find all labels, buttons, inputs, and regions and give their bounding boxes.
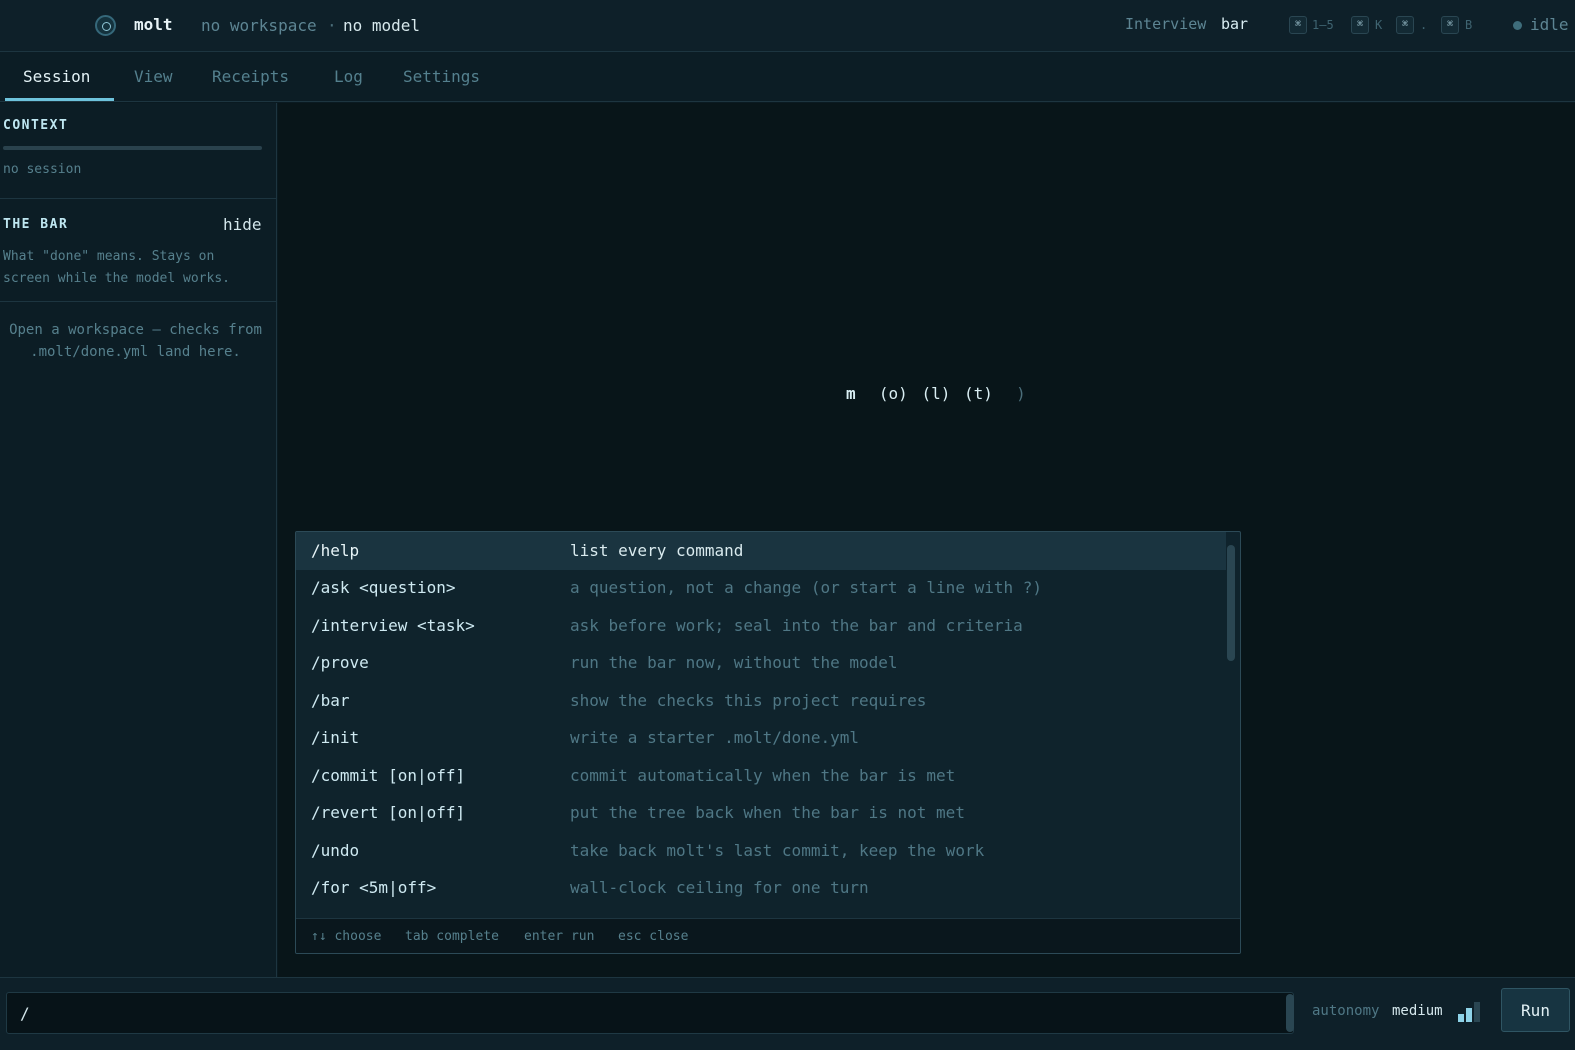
autonomy-bar-segment (1458, 1014, 1464, 1022)
bar-description: What "done" means. Stays on screen while… (3, 249, 230, 286)
command-description: take back molt's last commit, keep the w… (570, 841, 985, 860)
status-text: idle (1530, 15, 1569, 34)
command-description: write a starter .molt/done.yml (570, 728, 859, 747)
mode-value[interactable]: bar (1221, 15, 1248, 33)
command-name: /undo (311, 841, 360, 860)
sidebar-divider (0, 301, 277, 302)
wordmark-letter-t: (t) (964, 384, 993, 403)
tab-settings[interactable]: Settings (403, 67, 480, 86)
command-name: /interview <task> (311, 616, 475, 635)
command-key-icon: ⌘ (1396, 16, 1414, 34)
command-name: /revert [on|off] (311, 803, 466, 822)
command-name: /help (311, 541, 360, 560)
status-dot-icon (1513, 21, 1522, 30)
tab-bar: Session View Receipts Log Settings (0, 52, 1575, 102)
command-name: /ask <question> (311, 578, 456, 597)
tab-log[interactable]: Log (334, 67, 363, 86)
run-button[interactable]: Run (1501, 988, 1570, 1032)
autonomy-value[interactable]: medium (1392, 1003, 1443, 1019)
wordmark-letter-o: (o) (878, 384, 908, 403)
hint-close: esc close (618, 929, 689, 944)
wordmark-close: ) (1016, 384, 1026, 403)
context-title: CONTEXT (3, 118, 69, 133)
palette-scrollbar-thumb[interactable] (1227, 545, 1235, 661)
command-item-revert[interactable]: /revert [on|off] put the tree back when … (296, 794, 1226, 832)
command-name: /bar (311, 691, 350, 710)
shortcut-hint-bar: B (1465, 18, 1473, 32)
header-separator: · (327, 16, 337, 35)
wordmark-letter-m: m (846, 384, 856, 403)
command-description: run the bar now, without the model (570, 653, 898, 672)
command-description: show the checks this project requires (570, 691, 927, 710)
tab-view[interactable]: View (134, 67, 173, 86)
sidebar: CONTEXT no session THE BAR hide What "do… (0, 103, 277, 977)
autonomy-bar-segment (1466, 1008, 1472, 1022)
command-description: commit automatically when the bar is met (570, 766, 956, 785)
hint-choose: ↑↓ choose (311, 929, 382, 944)
command-description: put the tree back when the bar is not me… (570, 803, 965, 822)
context-value: no session (3, 162, 82, 177)
command-name: /prove (311, 653, 369, 672)
command-item-undo[interactable]: /undo take back molt's last commit, keep… (296, 832, 1226, 870)
command-item-interview[interactable]: /interview <task> ask before work; seal … (296, 607, 1226, 645)
command-key-icon: ⌘ (1441, 16, 1459, 34)
hint-run: enter run (524, 929, 595, 944)
context-meter (3, 146, 262, 150)
shortcut-hint-tabs: 1–5 (1312, 18, 1334, 32)
top-bar: molt no workspace · no model Interview b… (0, 0, 1575, 52)
sidebar-divider (0, 198, 277, 199)
command-description: ask before work; seal into the bar and c… (570, 616, 1023, 635)
command-item-ask[interactable]: /ask <question> a question, not a change… (296, 569, 1226, 607)
command-item-prove[interactable]: /prove run the bar now, without the mode… (296, 644, 1226, 682)
app-name: molt (134, 15, 173, 34)
command-item-bar[interactable]: /bar show the checks this project requir… (296, 682, 1226, 720)
bar-title: THE BAR (3, 217, 69, 232)
tab-session[interactable]: Session (23, 67, 90, 86)
tab-receipts[interactable]: Receipts (212, 67, 289, 86)
mode-label[interactable]: Interview (1125, 15, 1206, 33)
molt-wordmark: m (o) (l) (t) ) (846, 384, 1030, 403)
wordmark-letter-l: (l) (921, 384, 951, 403)
command-item-help[interactable]: /help list every command (296, 532, 1226, 570)
command-name: /for <5m|off> (311, 878, 437, 897)
command-input[interactable] (6, 992, 1294, 1034)
molt-logo-icon (95, 15, 116, 36)
command-key-icon: ⌘ (1289, 16, 1307, 34)
command-key-icon: ⌘ (1351, 16, 1369, 34)
command-item-commit[interactable]: /commit [on|off] commit automatically wh… (296, 757, 1226, 795)
command-description: list every command (570, 541, 744, 560)
autonomy-bar-segment (1474, 1002, 1480, 1022)
hint-complete: tab complete (405, 929, 499, 944)
command-description: a question, not a change (or start a lin… (570, 578, 1043, 597)
palette-footer: ↑↓ choose tab complete enter run esc clo… (296, 918, 1240, 953)
command-item-for[interactable]: /for <5m|off> wall-clock ceiling for one… (296, 869, 1226, 907)
input-scrollbar[interactable] (1286, 994, 1294, 1032)
command-description: wall-clock ceiling for one turn (570, 878, 869, 897)
workspace-label[interactable]: no workspace (201, 16, 317, 35)
bar-empty-note: Open a workspace — checks from .molt/don… (9, 322, 262, 360)
model-label[interactable]: no model (343, 16, 420, 35)
autonomy-label: autonomy (1312, 1003, 1380, 1019)
shortcut-hint-stop: . (1420, 18, 1428, 32)
command-palette: /help list every command /ask <question>… (295, 531, 1241, 954)
command-name: /commit [on|off] (311, 766, 466, 785)
composer-bar: autonomy medium Run (0, 977, 1575, 1050)
active-tab-indicator (5, 98, 114, 101)
shortcut-hint-palette: K (1375, 18, 1383, 32)
command-item-init[interactable]: /init write a starter .molt/done.yml (296, 719, 1226, 757)
command-name: /init (311, 728, 360, 747)
autonomy-level-icon[interactable] (1458, 1002, 1488, 1022)
hide-bar-button[interactable]: hide (223, 215, 262, 234)
